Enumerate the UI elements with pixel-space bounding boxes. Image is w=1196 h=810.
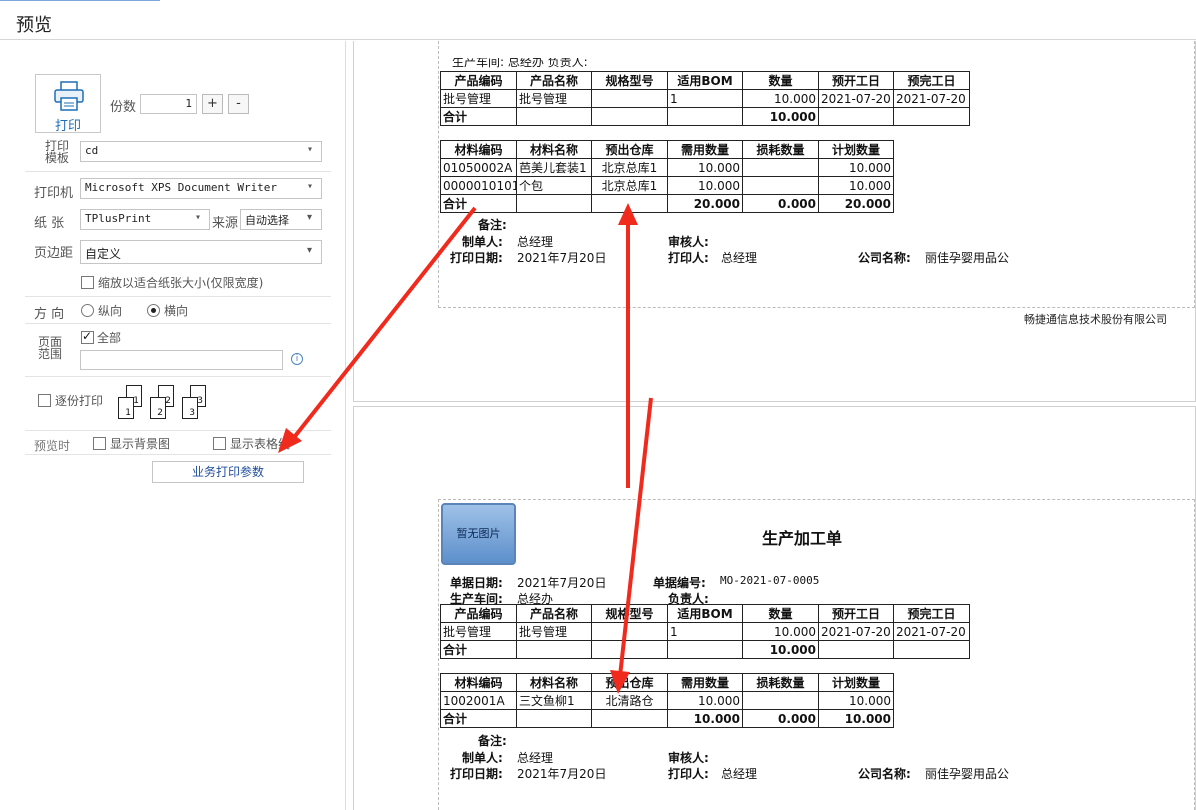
arrow-line: [290, 206, 477, 442]
arrow-head: [610, 670, 630, 694]
arrow-line: [618, 397, 653, 677]
arrow-head: [618, 203, 638, 225]
annotation-arrows: [278, 203, 653, 694]
